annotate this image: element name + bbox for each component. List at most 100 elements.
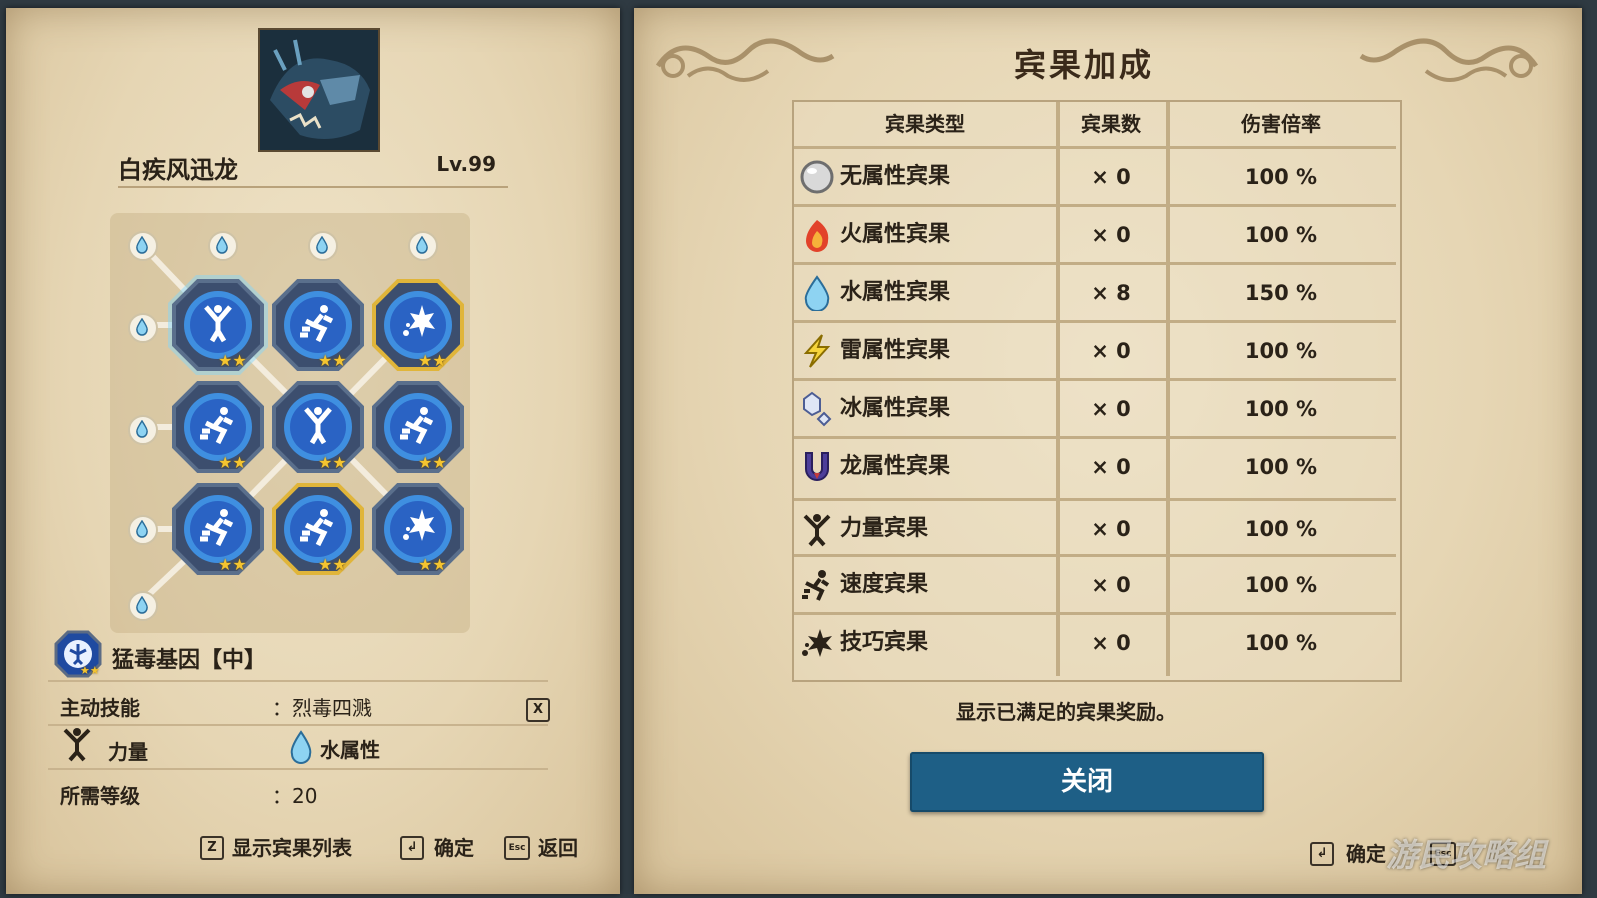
water-drop-node [308, 231, 338, 261]
power-icon [800, 511, 834, 547]
star-icon: ★★ [318, 351, 347, 370]
water-icon [136, 520, 148, 538]
damage-rate: 100 % [1244, 165, 1318, 189]
divider [48, 724, 548, 726]
damage-rate: 100 % [1244, 223, 1318, 247]
damage-rate: 100 % [1244, 517, 1318, 541]
ornament-left-icon [655, 38, 835, 82]
bonus-row: 技巧宾果 × 0 100 % [794, 612, 1396, 671]
damage-rate: 100 % [1244, 455, 1318, 479]
gene-slot-1[interactable]: ★★ [168, 275, 268, 375]
divider [48, 680, 548, 682]
water-icon [416, 236, 428, 254]
gene-slot-6[interactable]: ★★ [372, 381, 464, 473]
monster-name-bar: 白疾风迅龙 Lv.99 [118, 148, 508, 188]
technique-icon [800, 625, 834, 661]
active-skill-value: ：烈毒四溅 [272, 696, 372, 720]
header-damage-rate: 伤害倍率 [1241, 112, 1321, 136]
confirm-button[interactable]: 确定 [434, 832, 474, 861]
star-icon: ★★ [318, 555, 347, 574]
bonus-row: 速度宾果 × 0 100 % [794, 554, 1396, 613]
ice-icon [800, 391, 834, 427]
water-drop-node [128, 415, 158, 445]
monster-level: Lv.99 [436, 152, 496, 176]
bingo-count: × 0 [1091, 573, 1131, 597]
gene-element-label: 水属性 [320, 738, 380, 762]
bonus-row: 火属性宾果 × 0 100 % [794, 204, 1396, 263]
enter-key-icon[interactable]: ↲ [400, 836, 424, 860]
water-icon [136, 236, 148, 254]
gene-slot-7[interactable]: ★★ [172, 483, 264, 575]
monster-icon [260, 30, 378, 150]
bonus-row: 冰属性宾果 × 0 100 % [794, 378, 1396, 437]
star-icon: ★★ [418, 453, 447, 472]
damage-rate: 150 % [1244, 281, 1318, 305]
water-icon [800, 275, 834, 312]
x-key-hint[interactable]: X [526, 698, 550, 722]
enter-key-icon[interactable]: ↲ [1310, 842, 1334, 866]
star-icon: ★★ [318, 453, 347, 472]
active-skill-label: 主动技能 [60, 696, 140, 720]
bingo-type-name: 技巧宾果 [840, 630, 929, 655]
bingo-count: × 0 [1091, 455, 1131, 479]
bonus-row: 雷属性宾果 × 0 100 % [794, 320, 1396, 379]
bonus-title: 宾果加成 [1014, 46, 1155, 84]
gene-bingo-grid: ★★ ★★ ★★ ★★ ★★ ★★ ★★ ★★ ★★ [110, 213, 470, 633]
header-bingo-type: 宾果类型 [885, 112, 965, 136]
gene-slot-8[interactable]: ★★ [272, 483, 364, 575]
bingo-type-name: 无属性宾果 [840, 164, 951, 189]
speed-icon [800, 567, 834, 603]
bingo-count: × 0 [1091, 165, 1131, 189]
gene-type-label: 力量 [108, 740, 148, 764]
star-icon: ★★ [218, 351, 247, 370]
esc-key-hint[interactable]: Esc [504, 836, 530, 860]
fire-icon [800, 217, 834, 253]
water-drop-node [128, 231, 158, 261]
back-button[interactable]: 返回 [538, 832, 578, 861]
bingo-type-name: 雷属性宾果 [840, 338, 951, 363]
gene-slot-3[interactable]: ★★ [372, 279, 464, 371]
watermark: 游民攻略组 [1386, 836, 1547, 874]
water-icon [136, 420, 148, 438]
bingo-type-name: 速度宾果 [840, 572, 929, 597]
gene-detail-panel: 白疾风迅龙 Lv.99 ★★ ★★ ★★ ★★ ★★ ★★ ★★ ★★ ★★ ★★ 猛毒基因【中… [6, 8, 620, 894]
monster-name: 白疾风迅龙 [118, 156, 238, 184]
bonus-row: 力量宾果 × 0 100 % [794, 498, 1396, 557]
water-icon [316, 236, 328, 254]
star-icon: ★★ [218, 453, 247, 472]
bingo-count: × 0 [1091, 339, 1131, 363]
thunder-icon [800, 333, 834, 369]
bingo-count: × 0 [1091, 223, 1131, 247]
damage-rate: 100 % [1244, 397, 1318, 421]
header-bingo-count: 宾果数 [1081, 112, 1141, 136]
confirm-button-right[interactable]: 确定 [1346, 838, 1386, 867]
z-key-hint[interactable]: Z [200, 836, 224, 860]
water-icon [136, 596, 148, 614]
show-bingo-list-button[interactable]: 显示宾果列表 [232, 832, 352, 861]
bingo-type-name: 龙属性宾果 [840, 454, 951, 479]
bingo-count: × 8 [1091, 281, 1131, 305]
gene-slot-9[interactable]: ★★ [372, 483, 464, 575]
gene-slot-5[interactable]: ★★ [272, 381, 364, 473]
selected-gene-icon: ★★ [54, 630, 102, 680]
bingo-type-name: 力量宾果 [840, 516, 929, 541]
water-icon [136, 318, 148, 336]
bingo-type-name: 火属性宾果 [840, 222, 951, 247]
close-button[interactable]: 关闭 [910, 752, 1264, 812]
star-icon: ★★ [218, 555, 247, 574]
bingo-type-name: 水属性宾果 [840, 280, 951, 305]
bingo-count: × 0 [1091, 631, 1131, 655]
bingo-count: × 0 [1091, 397, 1131, 421]
gene-slot-2[interactable]: ★★ [272, 279, 364, 371]
neutral-orb-icon [800, 159, 834, 195]
power-icon [63, 728, 91, 762]
damage-rate: 100 % [1244, 573, 1318, 597]
gene-slot-4[interactable]: ★★ [172, 381, 264, 473]
water-icon [216, 236, 228, 254]
damage-rate: 100 % [1244, 631, 1318, 655]
star-icon: ★★ [80, 664, 100, 677]
dragon-icon [800, 449, 834, 485]
ornament-right-icon [1359, 38, 1539, 82]
star-icon: ★★ [418, 351, 447, 370]
water-drop-node [128, 313, 158, 343]
